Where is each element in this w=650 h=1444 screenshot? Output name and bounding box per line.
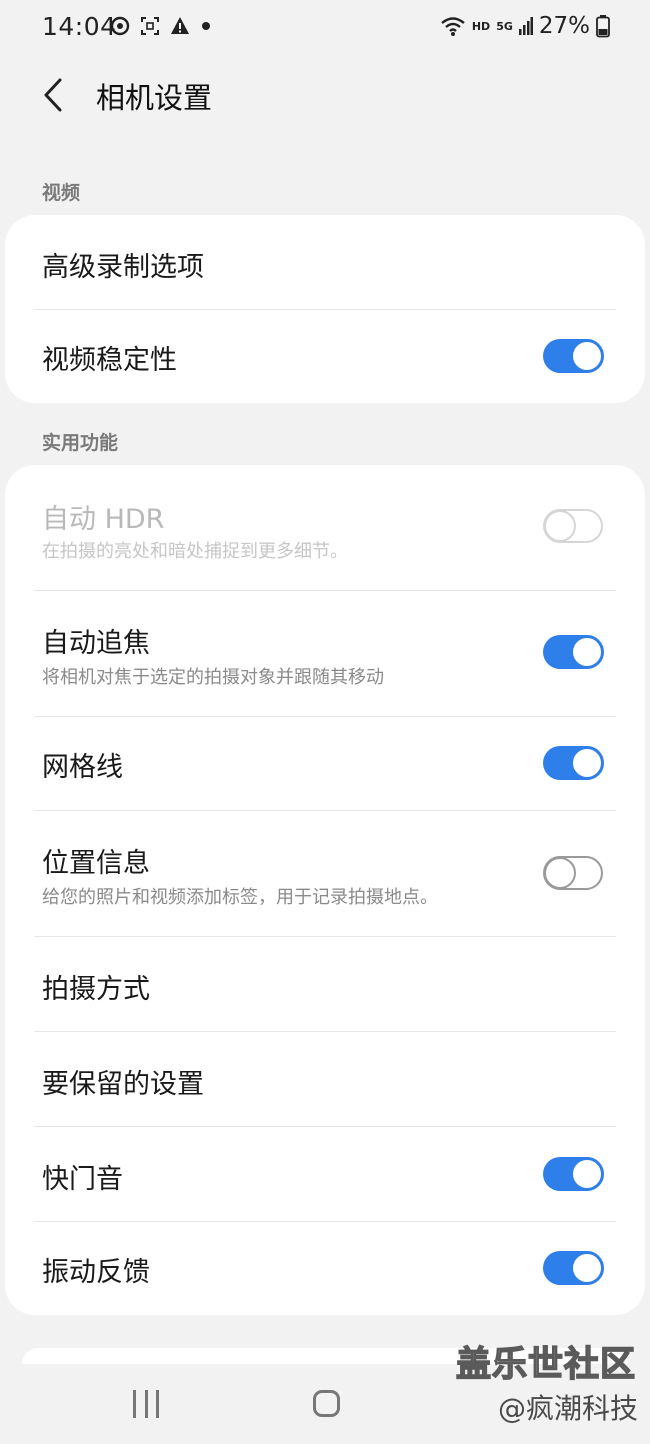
battery-icon xyxy=(596,15,610,38)
row-vibration-feedback[interactable]: 振动反馈 xyxy=(5,1222,645,1315)
back-arrow-icon xyxy=(44,78,62,112)
warning-icon xyxy=(171,17,189,34)
row-subtitle: 在拍摄的亮处和暗处捕捉到更多细节。 xyxy=(42,541,348,562)
wifi-icon xyxy=(441,17,465,36)
row-title: 视频稳定性 xyxy=(42,345,177,376)
status-bar: 14:04 HD 5G 27% xyxy=(0,0,650,56)
status-icons-right: HD 5G 27% xyxy=(440,13,610,39)
toggle-knob xyxy=(570,1157,604,1191)
row-subtitle: 将相机对焦于选定的拍摄对象并跟随其移动 xyxy=(42,667,384,688)
header: 相机设置 xyxy=(0,58,650,130)
row-title: 高级录制选项 xyxy=(42,252,204,283)
watermark-community: 盖乐世社区 xyxy=(455,1344,636,1386)
dot-icon xyxy=(202,22,210,30)
row-shooting-methods[interactable]: 拍摄方式 xyxy=(5,937,645,1032)
toggle-knob xyxy=(544,857,576,889)
page-title: 相机设置 xyxy=(96,81,213,115)
row-tracking-autofocus[interactable]: 自动追焦 将相机对焦于选定的拍摄对象并跟随其移动 xyxy=(5,591,645,717)
section-label-video: 视频 xyxy=(42,182,81,204)
stabilization-toggle[interactable] xyxy=(543,339,604,373)
row-title: 网格线 xyxy=(42,752,123,783)
row-title: 快门音 xyxy=(42,1164,123,1195)
toggle-knob xyxy=(570,339,604,373)
status-icons-left xyxy=(110,16,212,36)
row-title: 自动 HDR xyxy=(42,504,165,535)
toggle-knob xyxy=(544,510,576,542)
recents-icon xyxy=(133,1390,136,1418)
row-advanced-recording[interactable]: 高级录制选项 xyxy=(5,215,645,310)
shutter-sound-toggle[interactable] xyxy=(543,1157,604,1191)
screenshot-icon xyxy=(141,17,159,35)
row-subtitle: 给您的照片和视频添加标签，用于记录拍摄地点。 xyxy=(42,887,438,908)
row-settings-to-keep[interactable]: 要保留的设置 xyxy=(5,1032,645,1127)
row-title: 要保留的设置 xyxy=(42,1069,204,1100)
row-title: 自动追焦 xyxy=(42,628,150,659)
row-title: 振动反馈 xyxy=(42,1257,150,1288)
tracking-af-toggle[interactable] xyxy=(543,635,604,669)
location-tags-toggle[interactable] xyxy=(543,856,603,890)
row-shutter-sound[interactable]: 快门音 xyxy=(5,1127,645,1222)
hd-badge: HD xyxy=(471,19,491,33)
section-label-utility: 实用功能 xyxy=(42,432,119,454)
status-time: 14:04 xyxy=(42,12,117,41)
back-button[interactable] xyxy=(30,68,76,122)
vibration-feedback-toggle[interactable] xyxy=(543,1251,604,1285)
row-auto-hdr: 自动 HDR 在拍摄的亮处和暗处捕捉到更多细节。 xyxy=(5,465,645,591)
recents-button[interactable] xyxy=(133,1390,159,1418)
home-button[interactable] xyxy=(313,1390,340,1417)
toggle-knob xyxy=(570,635,604,669)
toggle-knob xyxy=(570,1251,604,1285)
row-title: 位置信息 xyxy=(42,848,150,879)
row-title: 拍摄方式 xyxy=(42,974,150,1005)
sync-icon xyxy=(110,16,130,36)
battery-percent: 27% xyxy=(538,13,590,39)
row-video-stabilization[interactable]: 视频稳定性 xyxy=(5,310,645,403)
signal-icon xyxy=(518,17,533,35)
card-video: 高级录制选项 视频稳定性 xyxy=(5,215,645,403)
card-utility: 自动 HDR 在拍摄的亮处和暗处捕捉到更多细节。 自动追焦 将相机对焦于选定的拍… xyxy=(5,465,645,1315)
network-badge: 5G xyxy=(496,19,513,33)
watermark-author: @疯潮科技 xyxy=(497,1392,638,1425)
row-grid-lines[interactable]: 网格线 xyxy=(5,717,645,811)
auto-hdr-toggle xyxy=(543,509,603,543)
grid-lines-toggle[interactable] xyxy=(543,746,604,780)
row-location-tags[interactable]: 位置信息 给您的照片和视频添加标签，用于记录拍摄地点。 xyxy=(5,811,645,937)
toggle-knob xyxy=(570,746,604,780)
